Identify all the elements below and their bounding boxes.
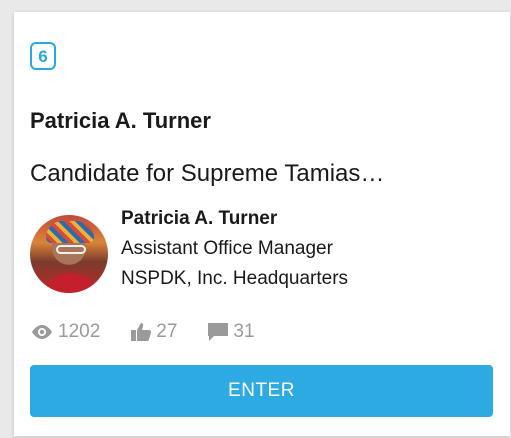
stats-row: 1202 27 31 (30, 321, 285, 343)
post-title[interactable]: Candidate for Supreme Tamias… (30, 160, 490, 188)
post-card[interactable]: 6 Patricia A. Turner Candidate for Supre… (14, 12, 510, 436)
glasses-graphic (56, 245, 86, 254)
likes-stat[interactable]: 27 (130, 321, 177, 343)
comments-stat[interactable]: 31 (207, 321, 255, 343)
number-badge: 6 (30, 42, 56, 70)
likes-count: 27 (156, 321, 178, 342)
shirt-graphic (40, 273, 100, 293)
avatar[interactable] (30, 215, 108, 293)
comments-count: 31 (233, 321, 255, 342)
views-stat: 1202 (30, 321, 100, 343)
comment-icon (208, 323, 229, 341)
profile-role: Assistant Office Manager (121, 238, 333, 259)
enter-button[interactable]: ENTER (30, 365, 493, 417)
profile-organization: NSPDK, Inc. Headquarters (121, 268, 349, 289)
post-author: Patricia A. Turner (30, 108, 211, 133)
profile-info: Patricia A. Turner Assistant Office Mana… (121, 204, 348, 294)
views-count: 1202 (58, 321, 101, 342)
thumbs-up-icon (131, 323, 152, 341)
eye-icon (32, 325, 52, 339)
profile-name[interactable]: Patricia A. Turner (121, 204, 348, 234)
head-wrap-graphic (46, 221, 94, 243)
